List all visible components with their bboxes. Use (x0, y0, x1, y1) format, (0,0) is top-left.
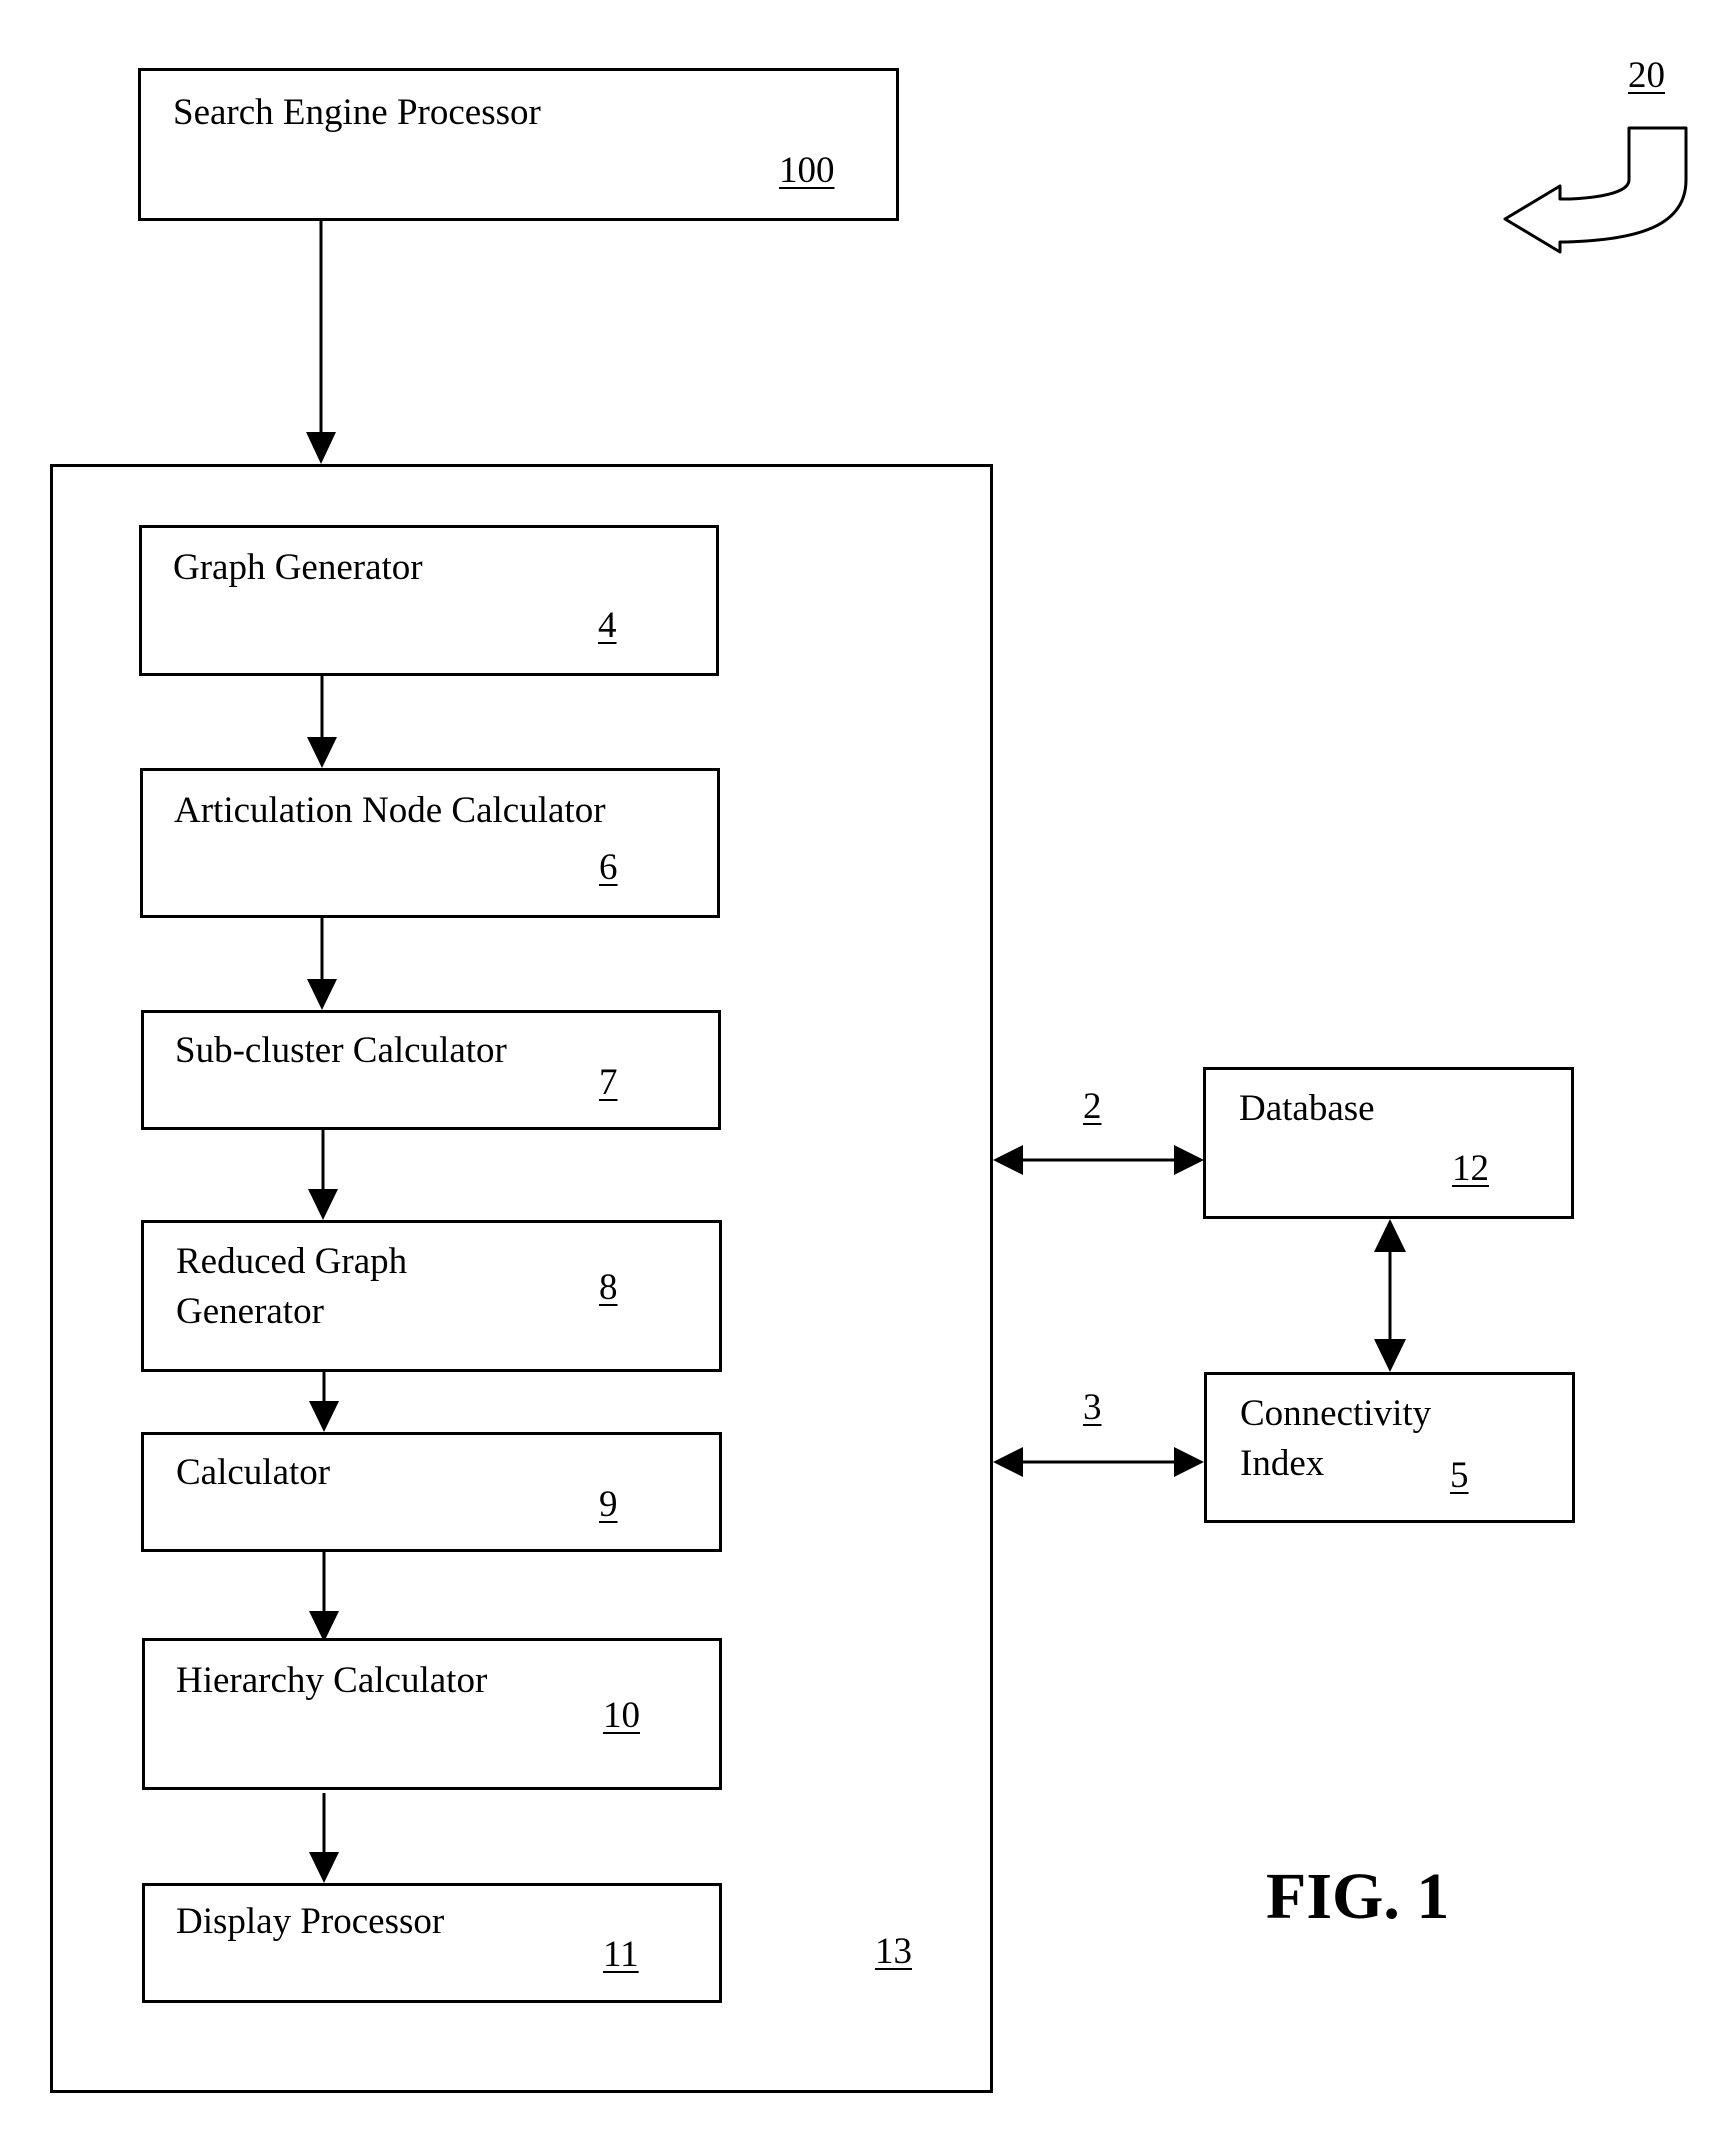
connectivity-index-box: Connectivity Index 5 (1204, 1372, 1575, 1523)
link-2-arrow (993, 1145, 1204, 1175)
sub-cluster-calculator-ref: 7 (599, 1062, 618, 1103)
graph-generator-box: Graph Generator 4 (139, 525, 719, 676)
graph-generator-label: Graph Generator (173, 547, 423, 588)
database-ref: 12 (1452, 1148, 1489, 1189)
display-processor-box: Display Processor 11 (142, 1883, 722, 2003)
articulation-node-calculator-box: Articulation Node Calculator 6 (140, 768, 720, 918)
connectivity-index-label-line1: Connectivity (1240, 1393, 1432, 1434)
hierarchy-calculator-label: Hierarchy Calculator (176, 1660, 488, 1701)
reduced-graph-generator-label-line2: Generator (176, 1291, 324, 1332)
arrow-search-to-container (306, 221, 336, 464)
graph-generator-ref: 4 (598, 605, 617, 646)
sub-cluster-calculator-label: Sub-cluster Calculator (175, 1030, 507, 1071)
link-db-connectivity-arrow (1374, 1219, 1406, 1372)
link-3-ref: 3 (1083, 1387, 1102, 1428)
reduced-graph-generator-ref: 8 (599, 1267, 618, 1308)
patent-figure: Search Engine Processor 100 13 Graph Gen… (0, 0, 1727, 2134)
database-box: Database 12 (1203, 1067, 1574, 1219)
database-label: Database (1239, 1088, 1375, 1129)
articulation-node-calculator-label: Articulation Node Calculator (174, 790, 606, 831)
reduced-graph-generator-label-line1: Reduced Graph (176, 1241, 408, 1282)
search-engine-processor-box: Search Engine Processor 100 (138, 68, 899, 221)
articulation-node-calculator-ref: 6 (599, 847, 618, 888)
connectivity-index-label-line2: Index (1240, 1443, 1325, 1484)
calculator-box: Calculator 9 (141, 1432, 722, 1552)
connectivity-index-ref: 5 (1450, 1455, 1469, 1496)
container-ref: 13 (875, 1931, 912, 1972)
hierarchy-calculator-box: Hierarchy Calculator 10 (142, 1638, 722, 1790)
system-ref: 20 (1628, 55, 1665, 96)
calculator-ref: 9 (599, 1484, 618, 1525)
hierarchy-calculator-ref: 10 (603, 1695, 640, 1736)
display-processor-ref: 11 (603, 1934, 639, 1975)
link-2-ref: 2 (1083, 1086, 1102, 1127)
reference-arrow-icon (1503, 126, 1688, 254)
reduced-graph-generator-box: Reduced Graph Generator 8 (141, 1220, 722, 1372)
calculator-label: Calculator (176, 1452, 331, 1493)
display-processor-label: Display Processor (176, 1901, 445, 1942)
sub-cluster-calculator-box: Sub-cluster Calculator 7 (141, 1010, 721, 1130)
search-engine-processor-label: Search Engine Processor (173, 92, 541, 133)
link-3-arrow (993, 1447, 1204, 1477)
search-engine-processor-ref: 100 (779, 150, 835, 191)
figure-title: FIG. 1 (1266, 1860, 1450, 1933)
